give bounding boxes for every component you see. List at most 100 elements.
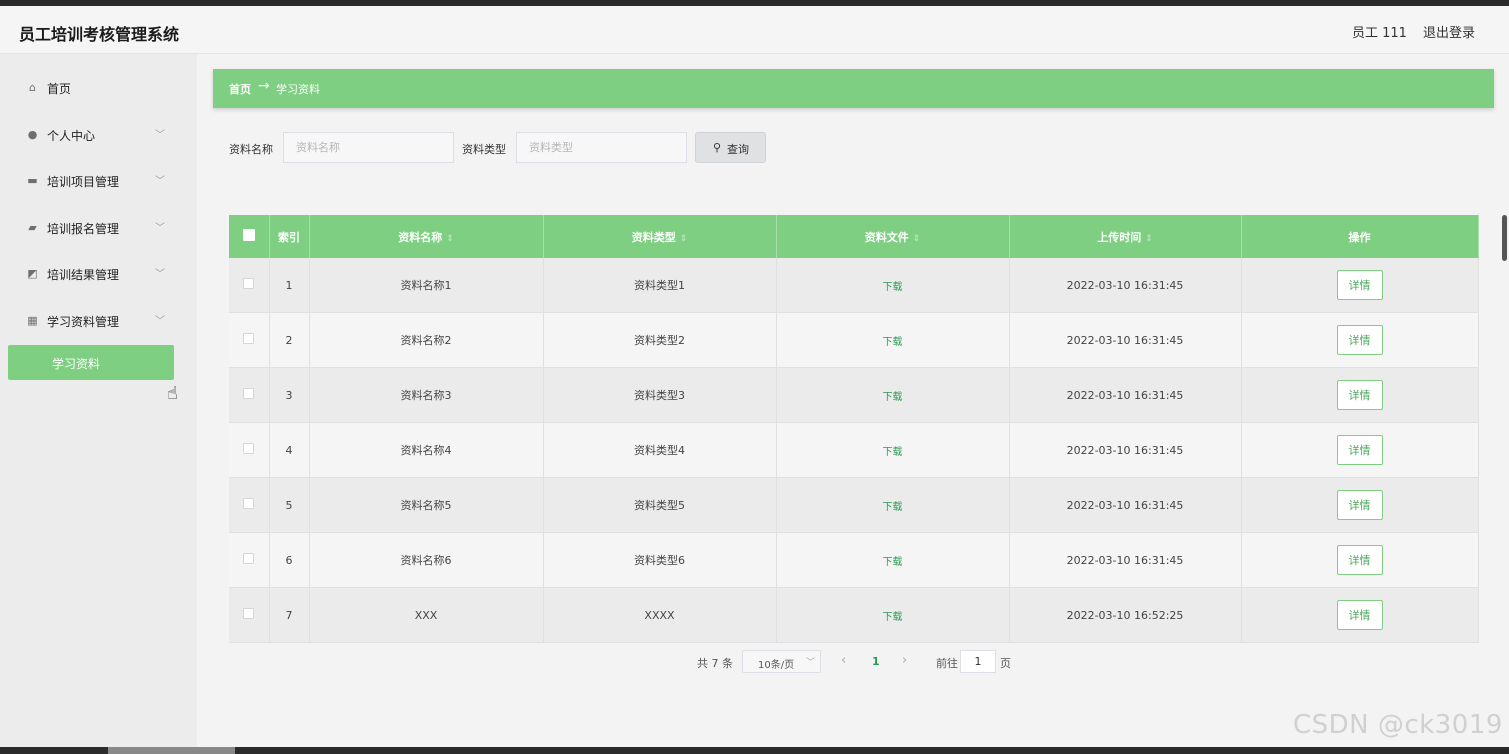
- detail-button[interactable]: 详情: [1336, 435, 1383, 465]
- sidebar-item-label: 学习资料管理: [47, 315, 120, 329]
- current-user: 员工 111: [1352, 26, 1407, 41]
- cell-index: 1: [269, 258, 310, 313]
- row-checkbox[interactable]: [243, 333, 255, 344]
- table-row: 2 资料名称2 资料类型2 下载 2022-03-10 16:31:45 详情: [229, 312, 1479, 368]
- row-checkbox[interactable]: [243, 498, 255, 509]
- cell-name: 资料名称6: [309, 532, 544, 588]
- download-link[interactable]: 下载: [883, 447, 903, 458]
- row-checkbox[interactable]: [243, 443, 255, 454]
- select-all-header[interactable]: [229, 215, 270, 258]
- flag-icon: ▰: [28, 221, 37, 234]
- download-link[interactable]: 下载: [883, 392, 903, 403]
- sort-icon[interactable]: ⇕: [446, 234, 454, 244]
- breadcrumb-home[interactable]: 首页: [229, 81, 251, 97]
- cell-upload-time: 2022-03-10 16:31:45: [1009, 422, 1242, 478]
- current-page-number[interactable]: 1: [872, 655, 880, 668]
- detail-button[interactable]: 详情: [1336, 380, 1383, 410]
- cell-name: 资料名称4: [309, 422, 544, 478]
- next-page-icon[interactable]: ›: [902, 653, 907, 668]
- app-title: 员工培训考核管理系统: [19, 25, 180, 44]
- row-checkbox[interactable]: [243, 608, 255, 619]
- row-checkbox[interactable]: [243, 278, 255, 289]
- breadcrumb-arrow-icon: →: [258, 78, 270, 94]
- sort-icon[interactable]: ⇕: [680, 234, 688, 244]
- cell-type: 资料类型3: [543, 367, 777, 423]
- name-search-label: 资料名称: [229, 143, 273, 156]
- chevron-down-icon: ﹀: [155, 130, 165, 141]
- detail-button[interactable]: 详情: [1336, 545, 1383, 575]
- sidebar-subitem-label: 学习资料: [52, 357, 101, 371]
- cell-type: 资料类型1: [543, 258, 777, 313]
- column-header-name[interactable]: 资料名称 ⇕: [309, 215, 544, 258]
- sort-icon[interactable]: ⇕: [913, 234, 921, 244]
- column-header-upload-time[interactable]: 上传时间 ⇕: [1009, 215, 1242, 258]
- sidebar-item-personal-center[interactable]: ● 个人中心 ﹀: [0, 115, 197, 155]
- total-count: 共 7 条: [697, 657, 733, 670]
- sidebar-item-home[interactable]: ⌂ 首页: [0, 68, 197, 108]
- sidebar-item-label: 首页: [47, 82, 72, 96]
- sidebar-subitem-study-materials[interactable]: 学习资料: [8, 345, 174, 380]
- search-icon: ⚲: [713, 141, 722, 154]
- sidebar-item-training-registration[interactable]: ▰ 培训报名管理 ﹀: [0, 208, 197, 248]
- detail-button[interactable]: 详情: [1336, 325, 1383, 355]
- cell-name: 资料名称3: [309, 367, 544, 423]
- app-header: 员工培训考核管理系统 员工 111 退出登录: [0, 6, 1509, 54]
- column-header-index: 索引: [269, 215, 310, 258]
- cell-name: 资料名称1: [309, 258, 544, 313]
- horizontal-scrollbar[interactable]: [0, 747, 1509, 754]
- detail-button[interactable]: 详情: [1336, 600, 1383, 630]
- sidebar-item-training-projects[interactable]: ▬ 培训项目管理 ﹀: [0, 161, 197, 201]
- column-header-file[interactable]: 资料文件 ⇕: [776, 215, 1010, 258]
- cell-upload-time: 2022-03-10 16:31:45: [1009, 312, 1242, 368]
- sidebar: ⌂ 首页 ● 个人中心 ﹀ ▬ 培训项目管理 ﹀ ▰ 培训报名管理 ﹀ ◩ 培训…: [0, 54, 197, 754]
- cell-upload-time: 2022-03-10 16:31:45: [1009, 477, 1242, 533]
- query-button-label: 查询: [727, 143, 749, 156]
- download-link[interactable]: 下载: [883, 502, 903, 513]
- table-row: 6 资料名称6 资料类型6 下载 2022-03-10 16:31:45 详情: [229, 532, 1479, 588]
- pagination: 共 7 条 10条/页 ﹀ ‹ 1 › 前往 页: [0, 650, 1509, 674]
- sidebar-item-label: 培训结果管理: [47, 268, 120, 282]
- page-size-select[interactable]: 10条/页 ﹀: [742, 650, 821, 673]
- cell-upload-time: 2022-03-10 16:31:45: [1009, 258, 1242, 313]
- logout-link[interactable]: 退出登录: [1423, 22, 1475, 41]
- prev-page-icon[interactable]: ‹: [841, 653, 846, 668]
- page-size-value: 10条/页: [758, 660, 795, 671]
- chat-icon: ▬: [27, 174, 38, 187]
- type-search-label: 资料类型: [462, 143, 506, 156]
- type-search-input[interactable]: [516, 132, 687, 163]
- cell-index: 3: [269, 367, 310, 423]
- row-checkbox[interactable]: [243, 388, 255, 399]
- watermark: CSDN @ck3019: [1293, 710, 1503, 740]
- cell-upload-time: 2022-03-10 16:31:45: [1009, 367, 1242, 423]
- sidebar-item-training-results[interactable]: ◩ 培训结果管理 ﹀: [0, 254, 197, 294]
- download-link[interactable]: 下载: [883, 282, 903, 293]
- vertical-scrollbar[interactable]: [1502, 215, 1507, 261]
- cell-name: 资料名称2: [309, 312, 544, 368]
- row-checkbox[interactable]: [243, 553, 255, 564]
- breadcrumb-current: 学习资料: [276, 83, 320, 96]
- download-link[interactable]: 下载: [883, 337, 903, 348]
- download-link[interactable]: 下载: [883, 612, 903, 623]
- detail-button[interactable]: 详情: [1336, 270, 1383, 300]
- chevron-down-icon: ﹀: [155, 269, 165, 280]
- sort-icon[interactable]: ⇕: [1145, 234, 1153, 244]
- sidebar-item-study-materials-mgmt[interactable]: ▦ 学习资料管理 ﹀: [0, 301, 197, 341]
- home-icon: ⌂: [29, 81, 36, 94]
- scrollbar-thumb[interactable]: [108, 747, 235, 754]
- name-search-input[interactable]: [283, 132, 454, 163]
- cell-upload-time: 2022-03-10 16:52:25: [1009, 587, 1242, 643]
- goto-page-input[interactable]: [960, 650, 996, 673]
- cell-type: 资料类型5: [543, 477, 777, 533]
- download-link[interactable]: 下载: [883, 557, 903, 568]
- goto-label: 前往: [936, 657, 958, 670]
- query-button[interactable]: ⚲ 查询: [695, 132, 766, 163]
- chevron-down-icon: ﹀: [155, 176, 165, 187]
- sidebar-item-label: 培训项目管理: [47, 175, 120, 189]
- column-header-type[interactable]: 资料类型 ⇕: [543, 215, 777, 258]
- cell-type: 资料类型2: [543, 312, 777, 368]
- detail-button[interactable]: 详情: [1336, 490, 1383, 520]
- select-all-checkbox[interactable]: [242, 229, 255, 241]
- chevron-down-icon: ﹀: [155, 223, 165, 234]
- sidebar-item-label: 个人中心: [47, 129, 96, 143]
- page-unit-label: 页: [1000, 657, 1011, 670]
